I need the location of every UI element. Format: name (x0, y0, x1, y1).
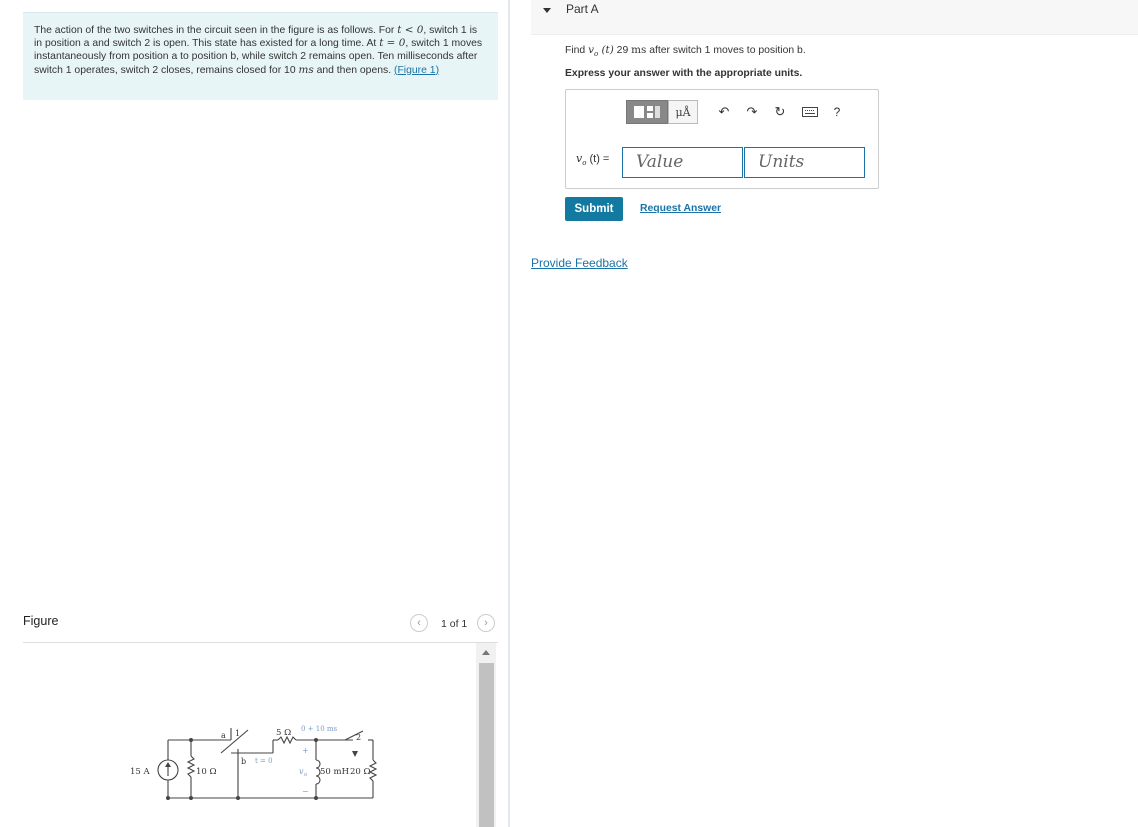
figure-title: Figure (23, 614, 59, 628)
condition-t-lt-0: t < 0 (397, 24, 424, 36)
switch1-number: 1 (235, 729, 240, 738)
figure-pager: 1 of 1 (441, 618, 468, 630)
question-pre: Find (565, 45, 589, 56)
r2-label: 5 Ω (276, 728, 291, 738)
chevron-left-icon[interactable]: ‹ (410, 614, 428, 632)
r1-label: 10 Ω (196, 767, 217, 777)
switch2-time: 0 + 10 ms (301, 725, 338, 733)
math-toolbar: μÅ ↶ ↷ ↻ ? (622, 100, 842, 126)
undo-icon[interactable]: ↶ (715, 100, 733, 124)
vo-minus: − (302, 787, 309, 796)
switch2-number: 2 (356, 733, 361, 742)
source-label: 15 A (130, 767, 151, 777)
condition-t-eq-0: t = 0 (379, 37, 406, 50)
vo-plus: + (302, 746, 309, 755)
switch1-b-label: b (241, 757, 246, 766)
figure-area: 15 A 10 Ω 5 Ω 50 mH 20 Ω a 1 b t = 0 0 +… (23, 643, 498, 827)
question-post: after switch 1 moves to position b. (646, 45, 806, 56)
answer-label-rest: (t) = (586, 153, 610, 165)
keyboard-icon[interactable] (800, 100, 820, 124)
problem-pane: The action of the two switches in the ci… (0, 0, 508, 827)
answer-editor: μÅ ↶ ↷ ↻ ? vo (t) = Value Units (565, 89, 879, 189)
r3-label: 20 Ω (350, 767, 371, 777)
scroll-up-arrow-icon[interactable] (482, 650, 490, 655)
part-a-header[interactable]: Part A (531, 0, 1138, 35)
question-arg: (t) (598, 44, 614, 56)
switch1-a-label: a (221, 731, 226, 740)
answer-label: vo (t) = (576, 152, 609, 167)
intro-text-1: The action of the two switches in the ci… (34, 25, 398, 36)
figure-scrollbar-thumb[interactable] (479, 663, 494, 827)
vo-subscript: o (304, 772, 308, 778)
redo-icon[interactable]: ↷ (743, 100, 761, 124)
figure-header: Figure ‹ 1 of 1 › (23, 608, 498, 643)
l-label: 50 mH (320, 767, 349, 777)
intro-text-4: and then opens. (313, 64, 394, 76)
unit-ms: ms (298, 63, 314, 76)
units-button[interactable]: μÅ (668, 100, 698, 124)
units-input[interactable]: Units (744, 147, 865, 178)
question-unit: ms (631, 44, 647, 56)
circuit-diagram: 15 A 10 Ω 5 Ω 50 mH 20 Ω a 1 b t = 0 0 +… (130, 725, 378, 800)
submit-button[interactable]: Submit (565, 197, 623, 221)
provide-feedback-link[interactable]: Provide Feedback (531, 256, 628, 270)
problem-statement: The action of the two switches in the ci… (23, 12, 498, 100)
figure-link[interactable]: (Figure 1) (394, 65, 439, 76)
help-icon[interactable]: ? (828, 100, 846, 124)
part-a-title: Part A (566, 2, 599, 16)
question-mid: 29 (613, 45, 632, 56)
caret-down-icon[interactable] (543, 8, 551, 13)
reset-icon[interactable]: ↻ (771, 100, 789, 124)
templates-button[interactable] (626, 100, 668, 124)
templates-icon (634, 106, 660, 118)
question-text: Find vo (t) 29 ms after switch 1 moves t… (565, 44, 806, 58)
pane-divider[interactable] (508, 0, 510, 827)
request-answer-link[interactable]: Request Answer (640, 203, 721, 214)
switch1-time: t = 0 (255, 757, 273, 765)
answer-instruction: Express your answer with the appropriate… (565, 68, 803, 79)
value-input[interactable]: Value (622, 147, 743, 178)
chevron-right-icon[interactable]: › (477, 614, 495, 632)
